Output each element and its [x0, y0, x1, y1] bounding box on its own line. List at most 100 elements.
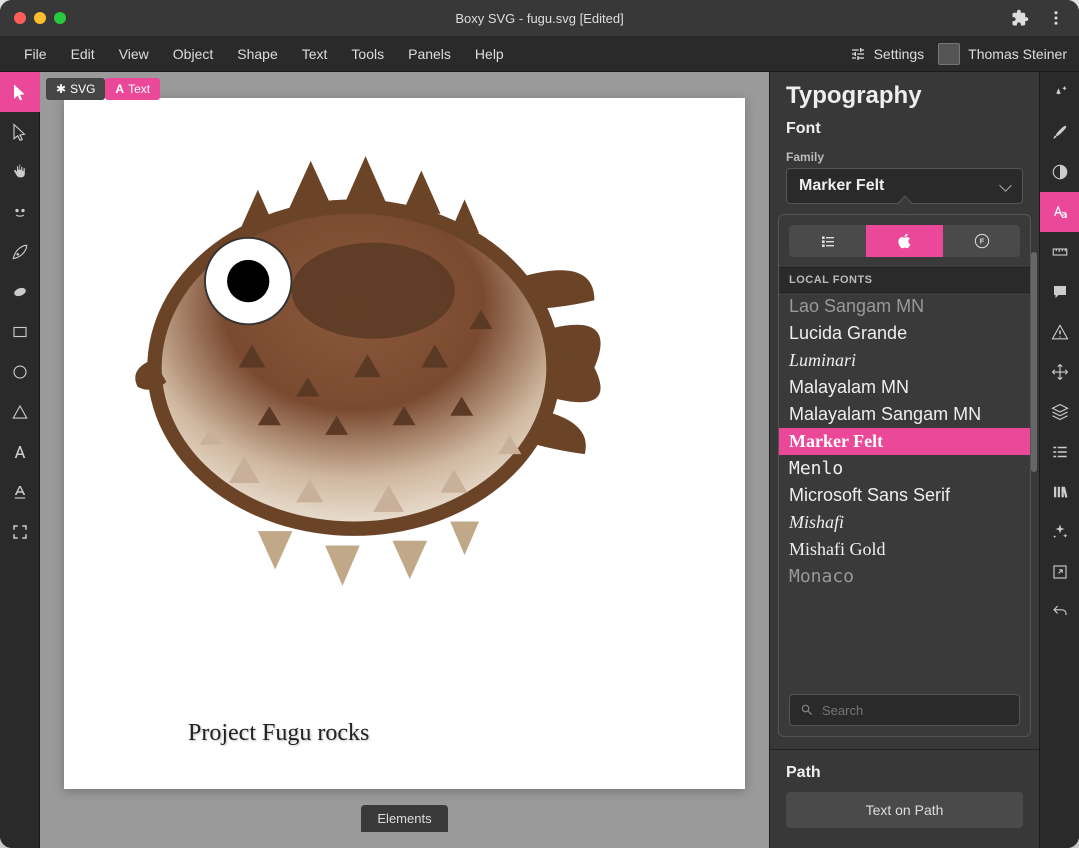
minimize-window[interactable]	[34, 12, 46, 24]
canvas[interactable]: Project Fugu rocks	[64, 98, 745, 789]
font-item[interactable]: Malayalam Sangam MN	[779, 401, 1030, 428]
font-item[interactable]: Malayalam MN	[779, 374, 1030, 401]
typography-panel: Typography Font Family Marker Felt F LOC…	[769, 72, 1039, 848]
font-item[interactable]: Lucida Grande	[779, 320, 1030, 347]
menu-tools[interactable]: Tools	[339, 40, 396, 68]
maximize-window[interactable]	[54, 12, 66, 24]
menu-help[interactable]: Help	[463, 40, 516, 68]
direct-select-tool[interactable]	[0, 112, 40, 152]
library-tool[interactable]	[1040, 472, 1079, 512]
font-circle-icon: F	[974, 233, 990, 249]
user-menu[interactable]: Thomas Steiner	[938, 43, 1067, 65]
layers-tool[interactable]	[1040, 392, 1079, 432]
contrast-tool[interactable]	[1040, 152, 1079, 192]
settings-label: Settings	[874, 46, 925, 62]
svg-text:F: F	[979, 237, 984, 246]
titlebar: Boxy SVG - fugu.svg [Edited]	[0, 0, 1079, 36]
window-title: Boxy SVG - fugu.svg [Edited]	[455, 11, 623, 26]
font-item[interactable]: Monaco	[779, 563, 1030, 590]
font-item[interactable]: Microsoft Sans Serif	[779, 482, 1030, 509]
wizard-tool[interactable]	[1040, 72, 1079, 112]
warning-tool[interactable]	[1040, 312, 1079, 352]
tab-list-view[interactable]	[789, 225, 866, 257]
move-tool[interactable]	[1040, 352, 1079, 392]
text-chip[interactable]: A Text	[105, 78, 160, 100]
menu-object[interactable]: Object	[161, 40, 225, 68]
canvas-area: ✱ SVG A Text	[40, 72, 769, 848]
menu-edit[interactable]: Edit	[59, 40, 107, 68]
menu-view[interactable]: View	[107, 40, 161, 68]
ellipse-tool[interactable]	[0, 352, 40, 392]
menubar-items: File Edit View Object Shape Text Tools P…	[12, 40, 516, 68]
avatar	[938, 43, 960, 65]
pen-tool[interactable]	[0, 232, 40, 272]
menu-panels[interactable]: Panels	[396, 40, 463, 68]
menu-text[interactable]: Text	[290, 40, 340, 68]
text-icon: A	[115, 82, 124, 96]
settings-button[interactable]: Settings	[850, 46, 925, 62]
menu-shape[interactable]: Shape	[225, 40, 289, 68]
blob-tool[interactable]	[0, 272, 40, 312]
menubar: File Edit View Object Shape Text Tools P…	[0, 36, 1079, 72]
app-window: Boxy SVG - fugu.svg [Edited] File Edit V…	[0, 0, 1079, 848]
font-search-input[interactable]	[822, 703, 1009, 718]
font-item[interactable]: Luminari	[779, 347, 1030, 374]
more-icon[interactable]	[1047, 9, 1065, 27]
rectangle-tool[interactable]	[0, 312, 40, 352]
menu-file[interactable]: File	[12, 40, 59, 68]
right-toolbar	[1039, 72, 1079, 848]
text-tool[interactable]	[0, 432, 40, 472]
list-tool[interactable]	[1040, 432, 1079, 472]
font-item[interactable]: Mishafi	[779, 509, 1030, 536]
font-item-selected[interactable]: Marker Felt	[779, 428, 1030, 455]
canvas-text[interactable]: Project Fugu rocks	[184, 720, 373, 747]
apple-icon	[897, 233, 913, 249]
pan-tool[interactable]	[0, 152, 40, 192]
font-item[interactable]: Lao Sangam MN	[779, 293, 1030, 320]
search-icon	[800, 703, 814, 717]
title-actions	[1011, 9, 1065, 27]
selected-family: Marker Felt	[799, 177, 884, 195]
path-section: Path Text on Path	[770, 749, 1039, 848]
main-area: ✱ SVG A Text	[0, 72, 1079, 848]
panel-scrollbar[interactable]	[1031, 252, 1037, 472]
svg-chip-label: SVG	[70, 82, 95, 96]
text-path-tool[interactable]	[0, 472, 40, 512]
local-fonts-header: LOCAL FONTS	[779, 267, 1030, 293]
font-search[interactable]	[789, 694, 1020, 726]
brush-tool[interactable]	[1040, 112, 1079, 152]
extension-icon[interactable]	[1011, 9, 1029, 27]
panel-title: Typography	[770, 72, 1039, 114]
font-item[interactable]: Mishafi Gold	[779, 536, 1030, 563]
sliders-icon	[850, 46, 866, 62]
font-dropdown: F LOCAL FONTS Lao Sangam MN Lucida Grand…	[778, 214, 1031, 737]
context-bar: ✱ SVG A Text	[46, 78, 160, 100]
family-label: Family	[770, 144, 1039, 168]
comment-tool[interactable]	[1040, 272, 1079, 312]
typography-tool[interactable]	[1040, 192, 1079, 232]
window-controls	[14, 12, 66, 24]
close-window[interactable]	[14, 12, 26, 24]
svg-chip[interactable]: ✱ SVG	[46, 78, 105, 100]
font-item[interactable]: Menlo	[779, 455, 1030, 482]
list-icon	[820, 233, 836, 249]
text-on-path-button[interactable]: Text on Path	[786, 792, 1023, 828]
dropdown-tabs: F	[779, 215, 1030, 267]
fullscreen-tool[interactable]	[0, 512, 40, 552]
font-section-title: Font	[770, 114, 1039, 144]
path-title: Path	[786, 764, 1023, 792]
face-tool[interactable]	[0, 192, 40, 232]
elements-tab[interactable]: Elements	[361, 805, 447, 832]
undo-tool[interactable]	[1040, 592, 1079, 632]
tab-font-library[interactable]: F	[943, 225, 1020, 257]
export-tool[interactable]	[1040, 552, 1079, 592]
select-tool[interactable]	[0, 72, 40, 112]
sparkle-tool[interactable]	[1040, 512, 1079, 552]
font-list[interactable]: Lao Sangam MN Lucida Grande Luminari Mal…	[779, 293, 1030, 684]
tab-apple-fonts[interactable]	[866, 225, 943, 257]
selected-text-object[interactable]: Project Fugu rocks	[184, 720, 373, 747]
ruler-tool[interactable]	[1040, 232, 1079, 272]
fugu-artwork	[94, 108, 614, 608]
username: Thomas Steiner	[968, 46, 1067, 62]
triangle-tool[interactable]	[0, 392, 40, 432]
